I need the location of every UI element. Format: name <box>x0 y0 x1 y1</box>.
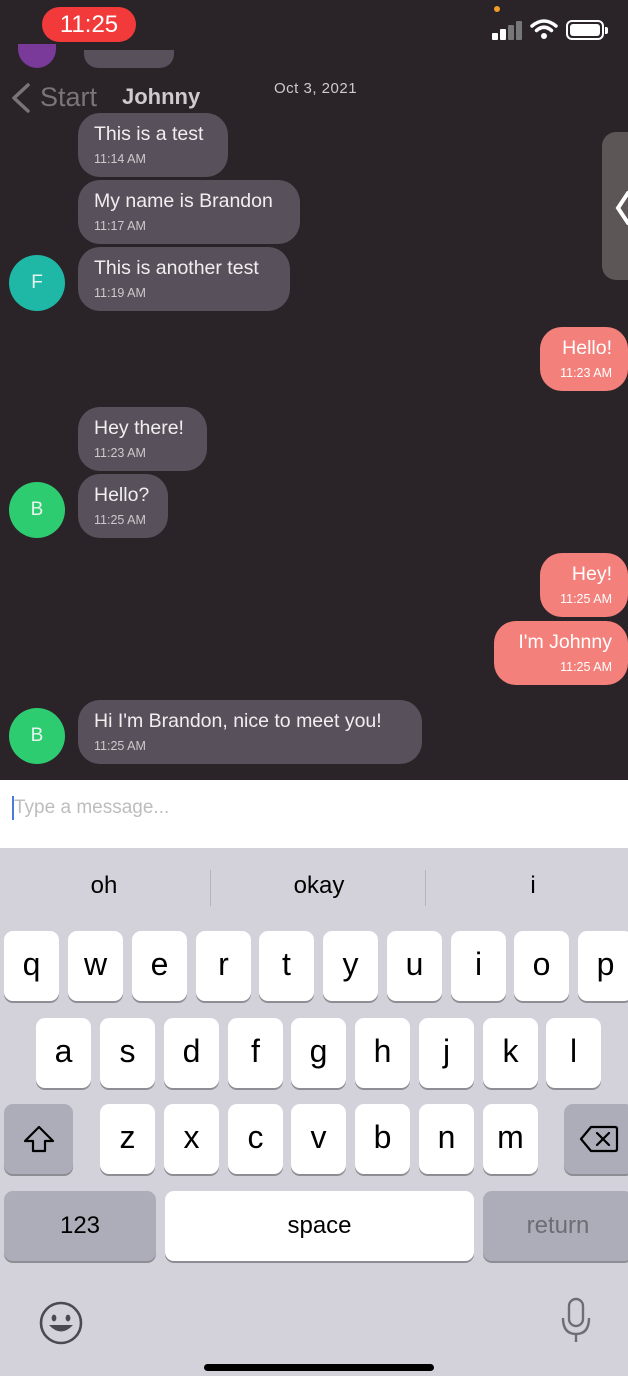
key-w[interactable]: w <box>68 931 123 1001</box>
avatar[interactable]: B <box>9 708 65 764</box>
back-button[interactable]: Start <box>40 82 97 113</box>
avatar-partial <box>18 44 56 68</box>
message-bubble-incoming[interactable]: Hi I'm Brandon, nice to meet you! 11:25 … <box>78 700 422 764</box>
key-b[interactable]: b <box>355 1104 410 1174</box>
message-timestamp: 11:14 AM <box>94 152 146 166</box>
key-k[interactable]: k <box>483 1018 538 1088</box>
message-bubble-outgoing[interactable]: Hello! 11:23 AM <box>540 327 628 391</box>
message-timestamp: 11:25 AM <box>560 660 612 674</box>
microphone-icon[interactable] <box>560 1296 592 1346</box>
text-cursor <box>12 796 14 820</box>
message-timestamp: 11:23 AM <box>94 446 146 460</box>
key-r[interactable]: r <box>196 931 251 1001</box>
suggestion-3[interactable]: i <box>433 872 628 900</box>
emoji-icon[interactable] <box>38 1300 84 1346</box>
wifi-icon <box>530 19 558 39</box>
space-key[interactable]: space <box>165 1191 474 1261</box>
message-bubble-incoming[interactable]: Hey there! 11:23 AM <box>78 407 207 471</box>
message-text: I'm Johnny <box>518 631 612 653</box>
conversation-title: Johnny <box>122 84 201 109</box>
key-h[interactable]: h <box>355 1018 410 1088</box>
avatar[interactable]: B <box>9 482 65 538</box>
key-a[interactable]: a <box>36 1018 91 1088</box>
message-timestamp: 11:23 AM <box>560 366 612 380</box>
privacy-indicator-dot <box>494 6 500 12</box>
message-timestamp: 11:25 AM <box>94 513 146 527</box>
numbers-key[interactable]: 123 <box>4 1191 156 1261</box>
message-text: Hello? <box>94 484 150 506</box>
message-bubble-partial <box>84 50 174 68</box>
suggestion-divider <box>425 870 426 906</box>
key-y[interactable]: y <box>323 931 378 1001</box>
suggestion-2[interactable]: okay <box>219 872 419 900</box>
key-u[interactable]: u <box>387 931 442 1001</box>
message-input[interactable] <box>14 794 614 822</box>
battery-icon <box>566 20 608 40</box>
key-v[interactable]: v <box>291 1104 346 1174</box>
message-bubble-outgoing[interactable]: I'm Johnny 11:25 AM <box>494 621 628 685</box>
key-z[interactable]: z <box>100 1104 155 1174</box>
message-timestamp: 11:17 AM <box>94 219 146 233</box>
message-timestamp: 11:25 AM <box>560 592 612 606</box>
shift-key[interactable] <box>4 1104 73 1174</box>
message-timestamp: 11:19 AM <box>94 286 146 300</box>
key-n[interactable]: n <box>419 1104 474 1174</box>
message-timestamp: 11:25 AM <box>94 739 146 753</box>
key-g[interactable]: g <box>291 1018 346 1088</box>
message-text: Hey! <box>571 563 612 585</box>
side-drawer-tab[interactable] <box>602 132 628 280</box>
avatar[interactable]: F <box>9 255 65 311</box>
key-x[interactable]: x <box>164 1104 219 1174</box>
message-text: This is another test <box>94 257 259 279</box>
date-header: Oct 3, 2021 <box>274 80 358 97</box>
key-p[interactable]: p <box>578 931 628 1001</box>
key-d[interactable]: d <box>164 1018 219 1088</box>
key-t[interactable]: t <box>259 931 314 1001</box>
message-bubble-incoming[interactable]: This is another test 11:19 AM <box>78 247 290 311</box>
key-e[interactable]: e <box>132 931 187 1001</box>
home-indicator[interactable] <box>204 1364 434 1371</box>
key-s[interactable]: s <box>100 1018 155 1088</box>
suggestion-1[interactable]: oh <box>4 872 204 900</box>
message-text: My name is Brandon <box>94 190 273 212</box>
message-text: Hello! <box>562 337 612 359</box>
cellular-signal-icon <box>492 20 522 40</box>
status-time: 11:25 <box>42 7 136 42</box>
message-bubble-incoming[interactable]: This is a test 11:14 AM <box>78 113 228 177</box>
message-text: Hi I'm Brandon, nice to meet you! <box>94 710 382 732</box>
return-key[interactable]: return <box>483 1191 628 1261</box>
key-m[interactable]: m <box>483 1104 538 1174</box>
key-j[interactable]: j <box>419 1018 474 1088</box>
backspace-icon <box>579 1125 619 1153</box>
message-bubble-outgoing[interactable]: Hey! 11:25 AM <box>540 553 628 617</box>
message-bubble-incoming[interactable]: Hello? 11:25 AM <box>78 474 168 538</box>
chevron-left-icon <box>615 191 628 225</box>
back-chevron-icon[interactable] <box>10 83 32 113</box>
message-bubble-incoming[interactable]: My name is Brandon 11:17 AM <box>78 180 300 244</box>
shift-icon <box>23 1125 54 1153</box>
key-q[interactable]: q <box>4 931 59 1001</box>
key-o[interactable]: o <box>514 931 569 1001</box>
key-i[interactable]: i <box>451 931 506 1001</box>
suggestion-divider <box>210 870 211 906</box>
delete-key[interactable] <box>564 1104 628 1174</box>
key-c[interactable]: c <box>228 1104 283 1174</box>
message-text: This is a test <box>94 123 204 145</box>
key-l[interactable]: l <box>546 1018 601 1088</box>
key-f[interactable]: f <box>228 1018 283 1088</box>
message-text: Hey there! <box>94 417 184 439</box>
